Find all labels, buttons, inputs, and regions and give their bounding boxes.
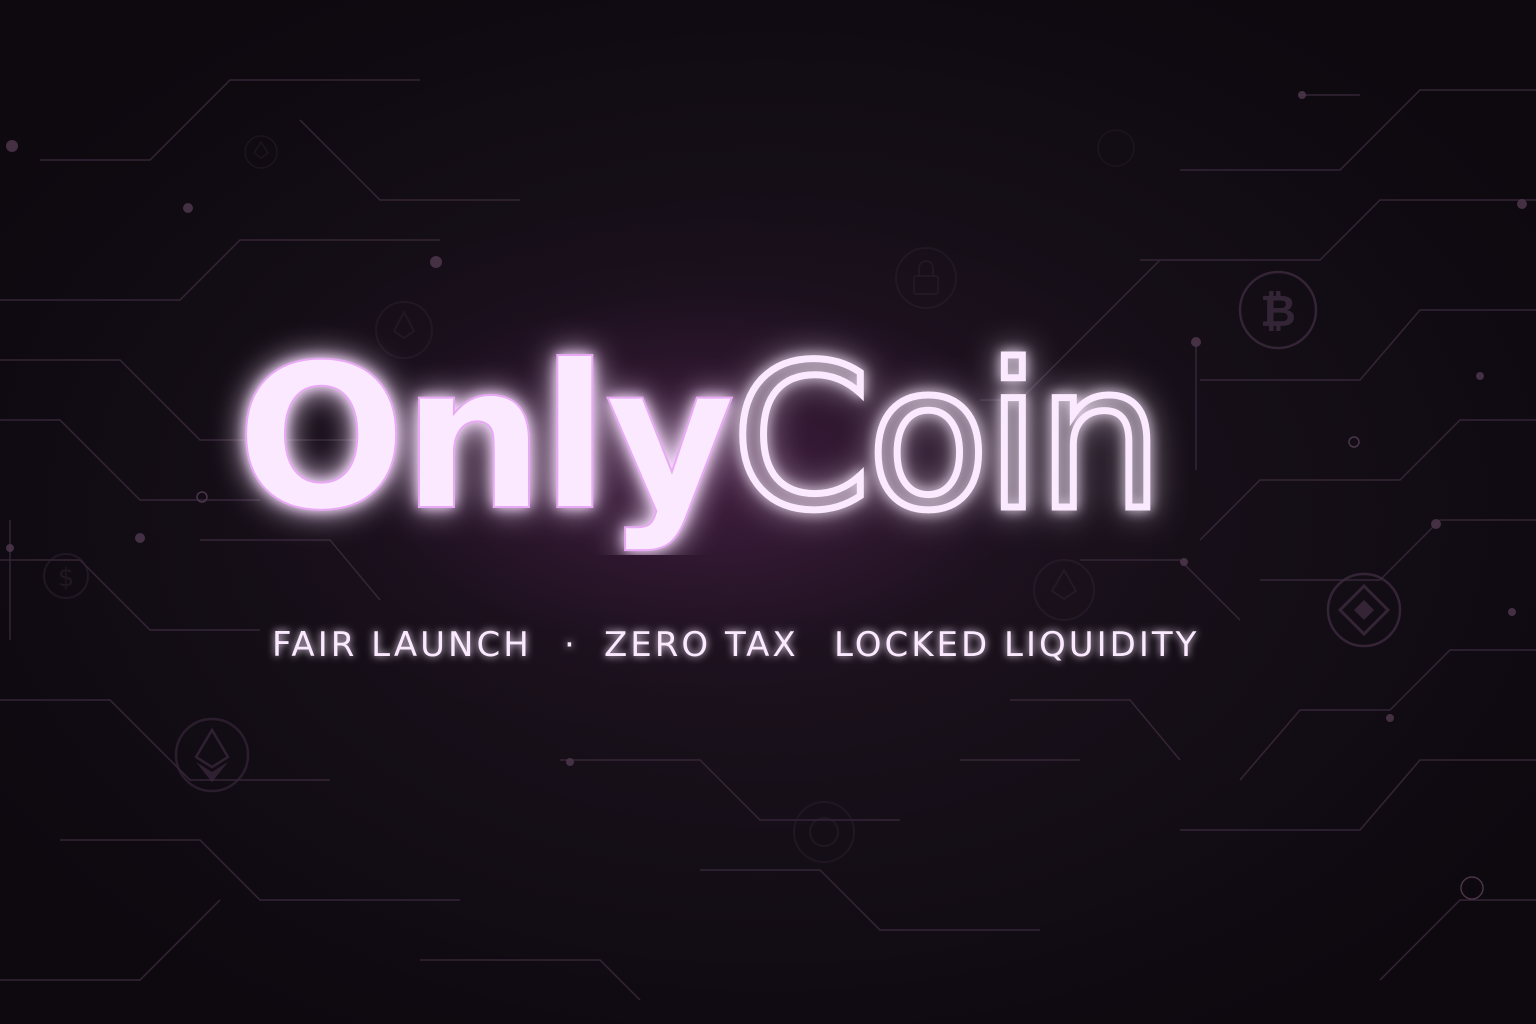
tagline-zero-tax: ZERO TAX [604,625,799,665]
onlycoin-logo: OnlyCoin [235,319,1167,556]
hero-banner: ₿ $ OnlyCoin FAIR LAUNCH · ZERO TAX LOCK… [0,0,1536,1024]
dollar-coin-icon: $ [43,553,89,599]
ethereum-icon [244,135,278,169]
svg-text:$: $ [58,563,75,593]
tagline-separator: · [564,625,578,665]
ethereum-icon [1033,559,1095,621]
brand-name-solid: Only [236,322,732,555]
tagline: FAIR LAUNCH · ZERO TAX LOCKED LIQUIDITY [272,625,1199,665]
brand-name-outline: Coin [731,322,1159,555]
coin-icon [1097,129,1135,167]
tagline-fair-launch: FAIR LAUNCH [272,625,532,665]
tagline-locked-liquidity: LOCKED LIQUIDITY [834,625,1199,665]
svg-text:OnlyCoin: OnlyCoin [236,322,1160,555]
coin-icon [793,801,855,863]
ethereum-icon [174,717,250,793]
lock-icon [895,247,957,309]
